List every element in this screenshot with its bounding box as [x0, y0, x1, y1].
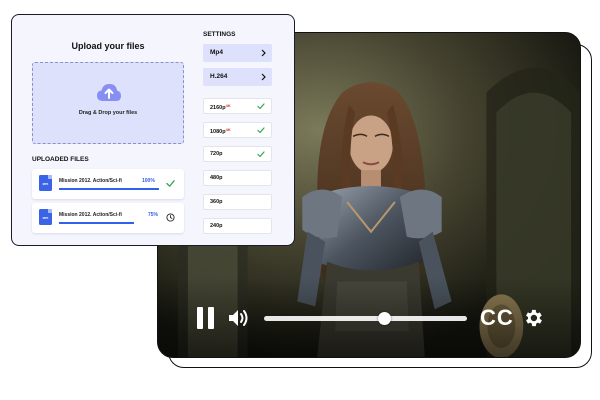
format-select[interactable]: Mp4 [203, 44, 272, 62]
settings-heading: SETTINGS [203, 31, 236, 38]
resolution-option-360p[interactable]: 360p [203, 194, 272, 210]
resolution-text: 240p [210, 223, 223, 229]
clock-icon [166, 213, 175, 222]
file-ext-label: MP4 [42, 216, 49, 220]
resolution-4k-badge: 4K [225, 103, 231, 108]
resolution-label: 360p [210, 199, 223, 205]
progress-track [264, 316, 467, 321]
chevron-right-icon [261, 73, 266, 81]
format-value: Mp4 [210, 49, 223, 56]
closed-captions-button[interactable]: CC [480, 305, 514, 331]
resolution-option-2160p[interactable]: 2160p4K [203, 98, 272, 114]
upload-panel: Upload your files Drag & Drop your files… [11, 14, 295, 246]
progress-thumb[interactable] [377, 312, 391, 325]
resolution-4k-badge: 4K [225, 127, 231, 132]
resolution-option-720p[interactable]: 720p [203, 146, 272, 162]
resolution-text: 1080p [210, 129, 226, 135]
check-icon [166, 180, 175, 187]
resolution-text: 480p [210, 175, 223, 181]
check-icon [257, 103, 265, 110]
file-progress-bar [59, 222, 134, 224]
uploaded-file-item[interactable]: MP4 Mission 2012. Action/Sci-fi 75% [32, 203, 184, 233]
cloud-upload-icon [97, 84, 121, 101]
file-name: Mission 2012. Action/Sci-fi [59, 212, 122, 218]
video-progress-bar[interactable] [264, 312, 467, 325]
check-icon [257, 127, 265, 134]
resolution-label: 480p [210, 175, 223, 181]
resolution-label: 720p [210, 151, 223, 157]
uploaded-files-heading: UPLOADED FILES [32, 156, 89, 163]
file-dropzone[interactable]: Drag & Drop your files [32, 62, 184, 144]
volume-icon[interactable] [228, 308, 250, 328]
resolution-option-480p[interactable]: 480p [203, 170, 272, 186]
pause-icon [197, 307, 203, 329]
file-ext-label: MP4 [42, 182, 49, 186]
codec-value: H.264 [210, 73, 228, 80]
resolution-label: 240p [210, 223, 223, 229]
codec-select[interactable]: H.264 [203, 68, 272, 86]
panel-title: Upload your files [71, 41, 145, 51]
resolution-text: 360p [210, 199, 223, 205]
file-percent: 100% [142, 178, 155, 184]
mp4-file-icon: MP4 [39, 175, 52, 191]
dropzone-text: Drag & Drop your files [78, 110, 138, 116]
file-name: Mission 2012. Action/Sci-fi [59, 178, 122, 184]
file-percent: 75% [148, 212, 159, 218]
resolution-text: 720p [210, 151, 223, 157]
resolution-label: 1080p4K [210, 127, 231, 135]
resolution-option-240p[interactable]: 240p [203, 218, 272, 234]
uploaded-file-item[interactable]: MP4 Mission 2012. Action/Sci-fi 100% [32, 169, 184, 199]
mp4-file-icon: MP4 [39, 209, 52, 225]
resolution-text: 2160p [210, 105, 226, 111]
pause-icon-bar [208, 307, 214, 329]
gear-icon[interactable] [522, 307, 544, 329]
chevron-right-icon [261, 49, 266, 57]
check-icon [257, 151, 265, 158]
resolution-label: 2160p4K [210, 103, 231, 111]
pause-button[interactable] [196, 307, 216, 329]
file-progress-bar [59, 188, 159, 190]
resolution-option-1080p[interactable]: 1080p4K [203, 122, 272, 138]
